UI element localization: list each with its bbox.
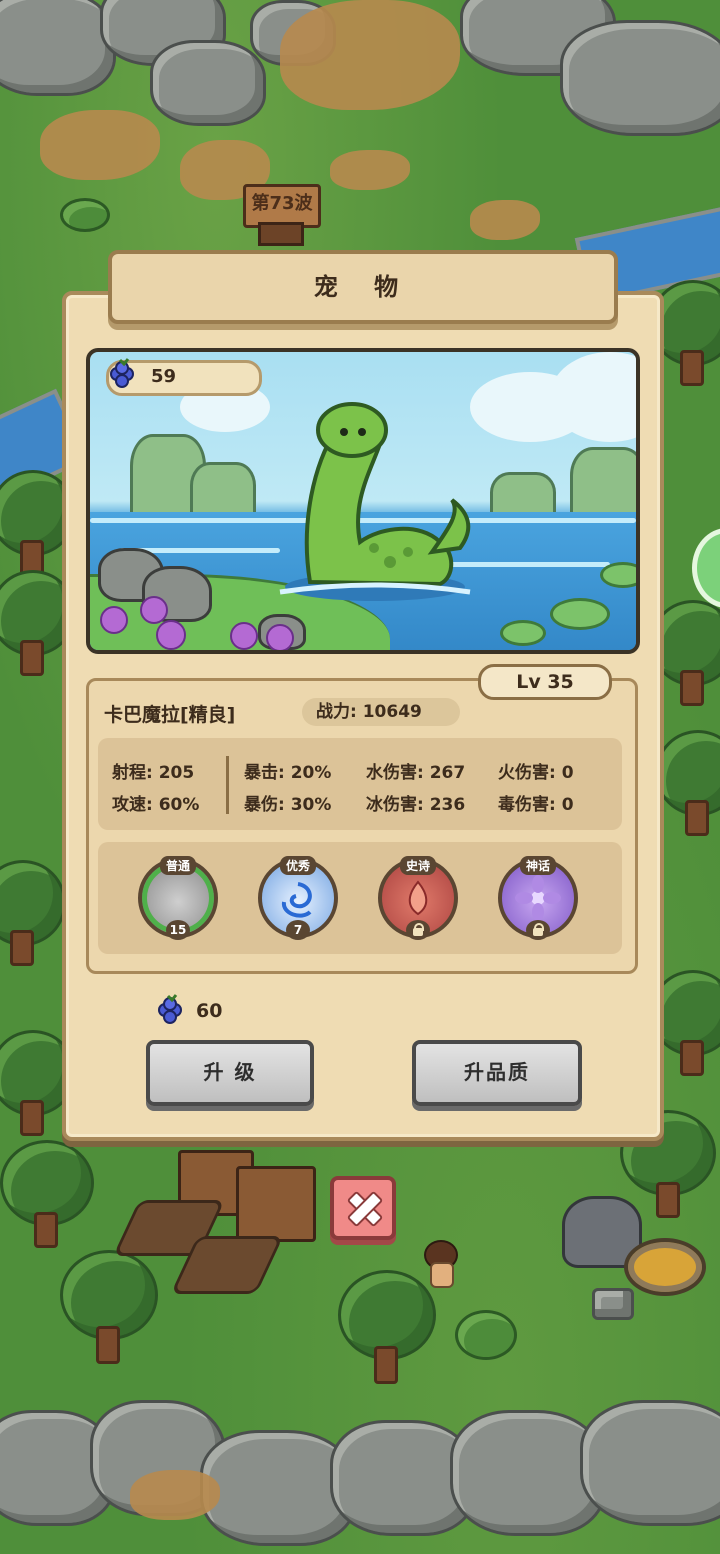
pet-level-badge: Lv 35 [478, 664, 612, 700]
tier-epic[interactable]: 史诗 [378, 856, 458, 940]
bush [455, 1310, 517, 1360]
dirt-path [280, 0, 460, 110]
stat-poison-damage: 毒伤害: 0 [498, 795, 574, 815]
tree [60, 1250, 160, 1370]
rock [560, 20, 720, 136]
stat-fire-damage: 火伤害: 0 [498, 763, 574, 783]
berry-icon [158, 994, 182, 1024]
dirt-path [330, 150, 410, 190]
tier-mythic[interactable]: 神话 [498, 856, 578, 940]
villager-body [430, 1262, 454, 1288]
tier-label: 普通 [159, 856, 197, 875]
tier-label: 神话 [519, 856, 557, 875]
dirt-path [130, 1470, 220, 1520]
tier-excellent[interactable]: 优秀 7 [258, 856, 338, 940]
lock-icon [406, 920, 430, 940]
upgrade-quality-button[interactable]: 升品质 [412, 1040, 582, 1106]
berry-balance-value: 59 [151, 366, 177, 387]
upgrade-button[interactable]: 升 级 [146, 1040, 314, 1106]
tier-label: 优秀 [279, 856, 317, 875]
combat-power: 战力: 10649 [302, 698, 460, 726]
tree [0, 860, 70, 970]
berry-icon [110, 358, 134, 388]
stat-ice-damage: 冰伤害: 236 [366, 795, 466, 815]
tree [0, 1140, 100, 1250]
tier-label: 史诗 [399, 856, 437, 875]
dialog-title: 宠 物 [108, 250, 618, 324]
stat-range: 射程: 205 [112, 763, 195, 783]
anvil [592, 1288, 634, 1320]
stat-attack-speed: 攻速: 60% [112, 795, 200, 815]
dirt-path [470, 200, 540, 240]
lock-icon [526, 920, 550, 940]
dirt-path [40, 110, 160, 180]
tier-count: 15 [166, 920, 190, 940]
upgrade-cost-value: 60 [196, 1000, 223, 1022]
sign-post [258, 222, 304, 246]
tree [338, 1270, 438, 1390]
stat-crit-damage: 暴伤: 30% [244, 795, 332, 815]
upgrade-cost: 60 [154, 992, 274, 1032]
stats-box [98, 738, 622, 830]
rock [0, 0, 116, 96]
stat-water-damage: 水伤害: 267 [366, 763, 466, 783]
farm-shed [236, 1166, 316, 1242]
tier-common[interactable]: 普通 15 [138, 856, 218, 940]
close-icon[interactable] [330, 1176, 396, 1240]
bush [60, 198, 110, 232]
tier-count: 7 [286, 920, 310, 940]
pet-sea-serpent-icon [279, 402, 471, 601]
side-bubble-icon[interactable] [692, 528, 720, 608]
pet-name: 卡巴魔拉[精良] [104, 704, 236, 726]
gold-pot [624, 1238, 706, 1296]
rock [150, 40, 266, 126]
stats-divider [226, 756, 229, 814]
stat-crit: 暴击: 20% [244, 763, 332, 783]
tree [655, 730, 720, 840]
rock [580, 1400, 720, 1526]
